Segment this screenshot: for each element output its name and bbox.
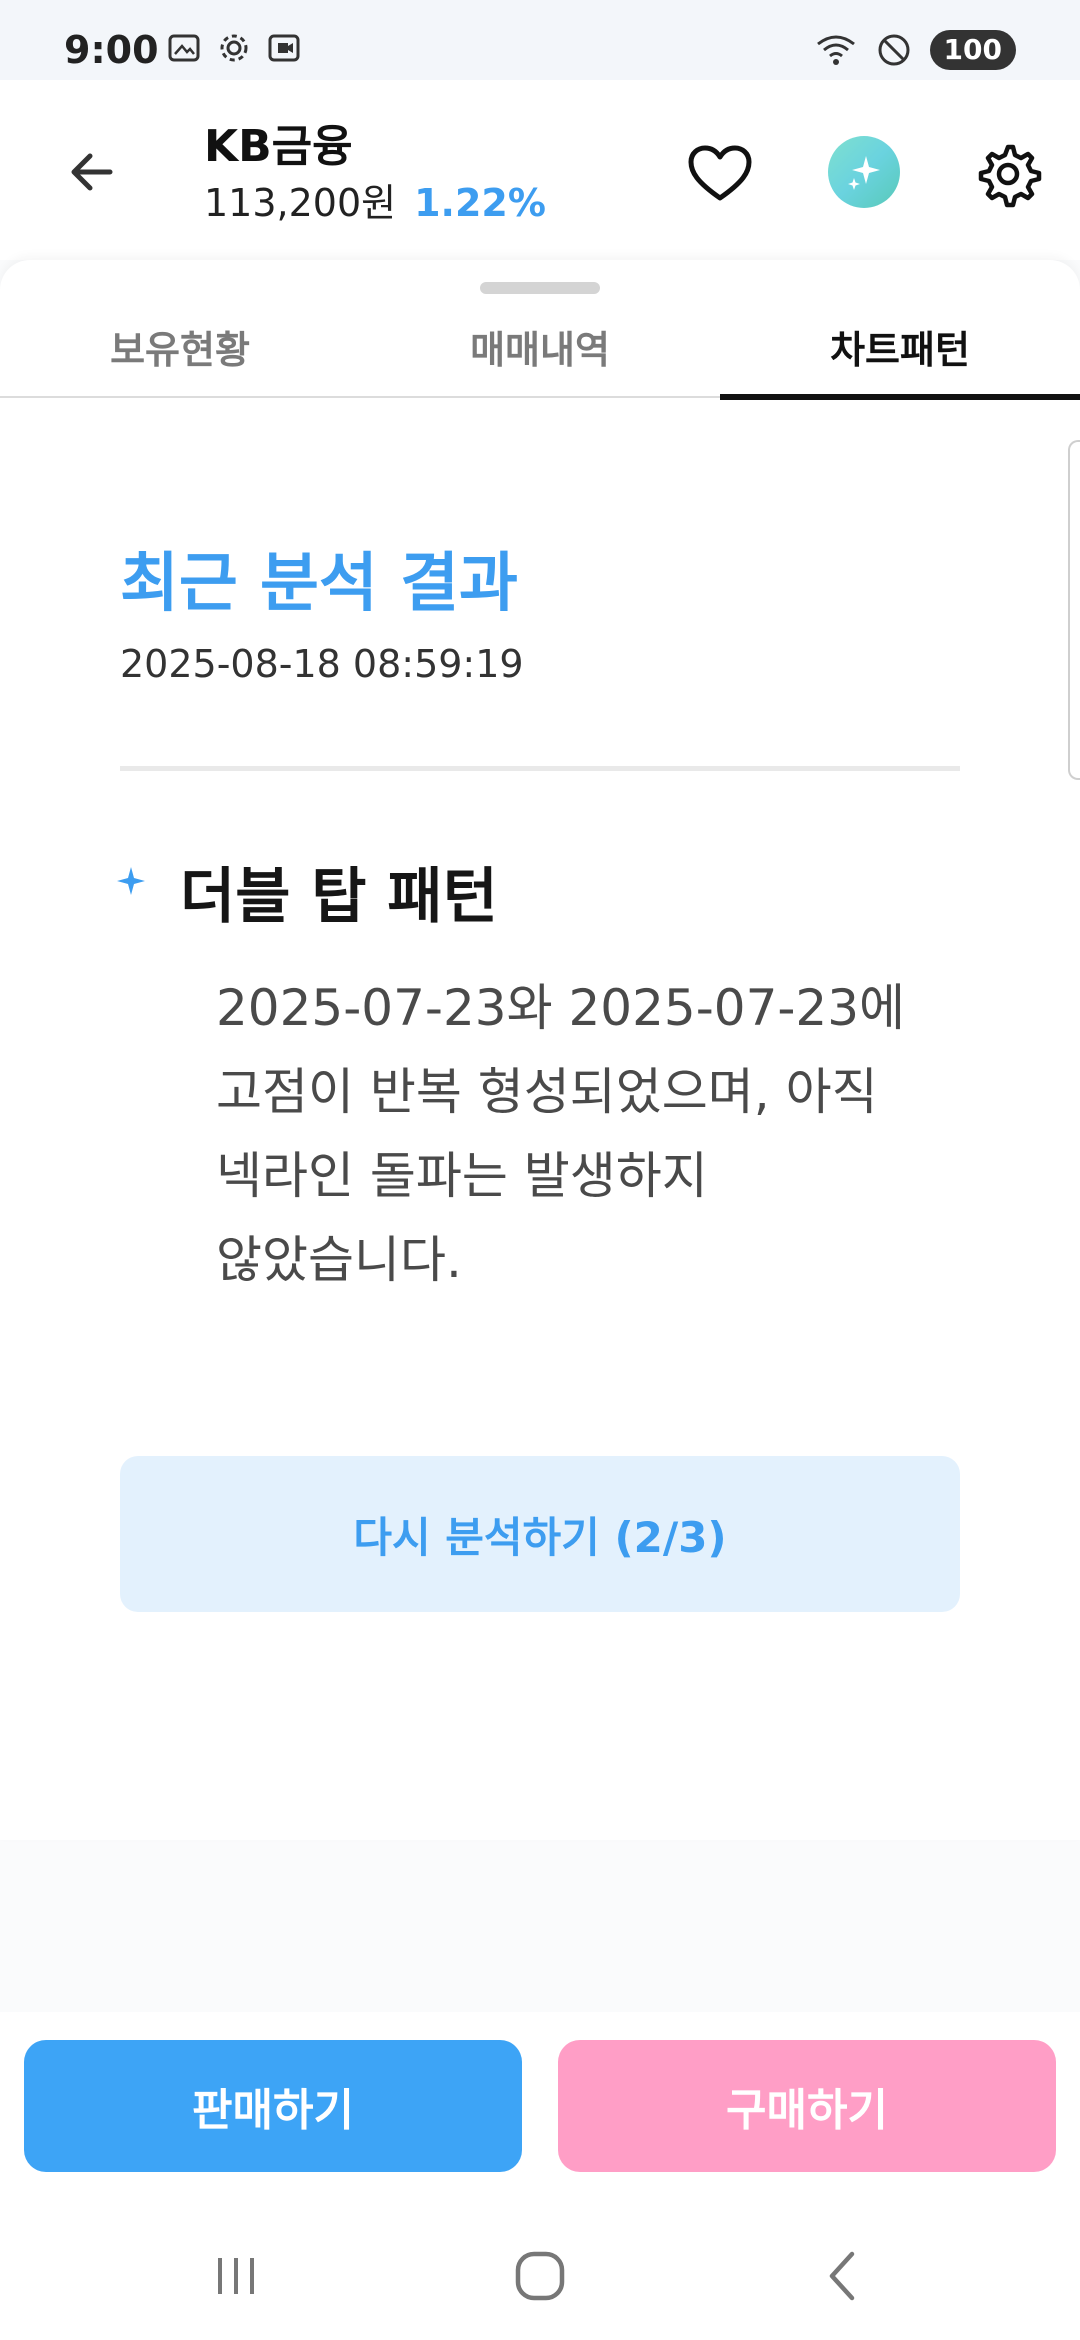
pattern-description: 2025-07-23와 2025-07-23에 고점이 반복 형성되었으며, 아… <box>216 979 906 1289</box>
sparkle-icon <box>117 867 145 895</box>
home-icon <box>515 2251 565 2301</box>
action-bar: 판매하기 구매하기 <box>0 2012 1080 2200</box>
home-button[interactable] <box>500 2236 580 2316</box>
arrow-left-icon <box>71 153 113 191</box>
status-icons-left <box>166 30 302 66</box>
analysis-timestamp: 2025-08-18 08:59:19 <box>120 642 524 686</box>
sparkle-icon <box>848 156 880 190</box>
ai-analysis-button[interactable] <box>828 136 900 208</box>
gear-icon <box>978 144 1042 208</box>
gear-icon <box>220 34 248 62</box>
divider <box>120 766 960 771</box>
recent-apps-button[interactable] <box>196 2236 276 2316</box>
recent-apps-icon <box>218 2258 254 2294</box>
stock-price-row: 113,200원 1.22% <box>204 172 546 227</box>
tab-bar: 보유현황 매매내역 차트패턴 <box>0 320 1080 400</box>
screen-record-icon <box>268 34 300 62</box>
status-icons-right: 100 <box>814 30 1016 70</box>
dnd-icon <box>878 34 910 66</box>
stock-header: KB금융 113,200원 1.22% <box>0 80 1080 260</box>
drag-handle[interactable] <box>480 282 600 294</box>
chevron-left-icon <box>829 2251 855 2301</box>
status-bar: 9:00 100 <box>0 0 1080 80</box>
analysis-title: 최근 분석 결과 <box>120 547 518 621</box>
system-nav-bar <box>0 2200 1080 2340</box>
tab-chart-pattern[interactable]: 차트패턴 <box>720 320 1080 400</box>
bottom-sheet: 보유현황 매매내역 차트패턴 최근 분석 결과 2025-08-18 08:59… <box>0 260 1080 1840</box>
settings-button[interactable] <box>970 136 1046 212</box>
back-button[interactable] <box>56 136 128 208</box>
sell-button[interactable]: 판매하기 <box>24 2040 522 2172</box>
status-time: 9:00 <box>64 28 159 72</box>
system-back-button[interactable] <box>804 2236 884 2316</box>
tab-holdings[interactable]: 보유현황 <box>0 320 360 396</box>
favorite-button[interactable] <box>682 136 758 212</box>
image-capture-icon <box>168 34 200 62</box>
heart-icon <box>688 145 752 201</box>
stock-change-rate: 1.22% <box>414 181 546 225</box>
wifi-icon <box>816 35 855 65</box>
reanalyze-button[interactable]: 다시 분석하기 (2/3) <box>120 1456 960 1612</box>
scrollbar[interactable] <box>1068 440 1080 780</box>
buy-button[interactable]: 구매하기 <box>558 2040 1056 2172</box>
pattern-name: 더블 탑 패턴 <box>180 862 498 932</box>
battery-indicator: 100 <box>929 30 1016 70</box>
stock-price: 113,200원 <box>204 181 397 225</box>
tab-trade-history[interactable]: 매매내역 <box>360 320 720 396</box>
stock-name: KB금융 <box>204 121 353 172</box>
